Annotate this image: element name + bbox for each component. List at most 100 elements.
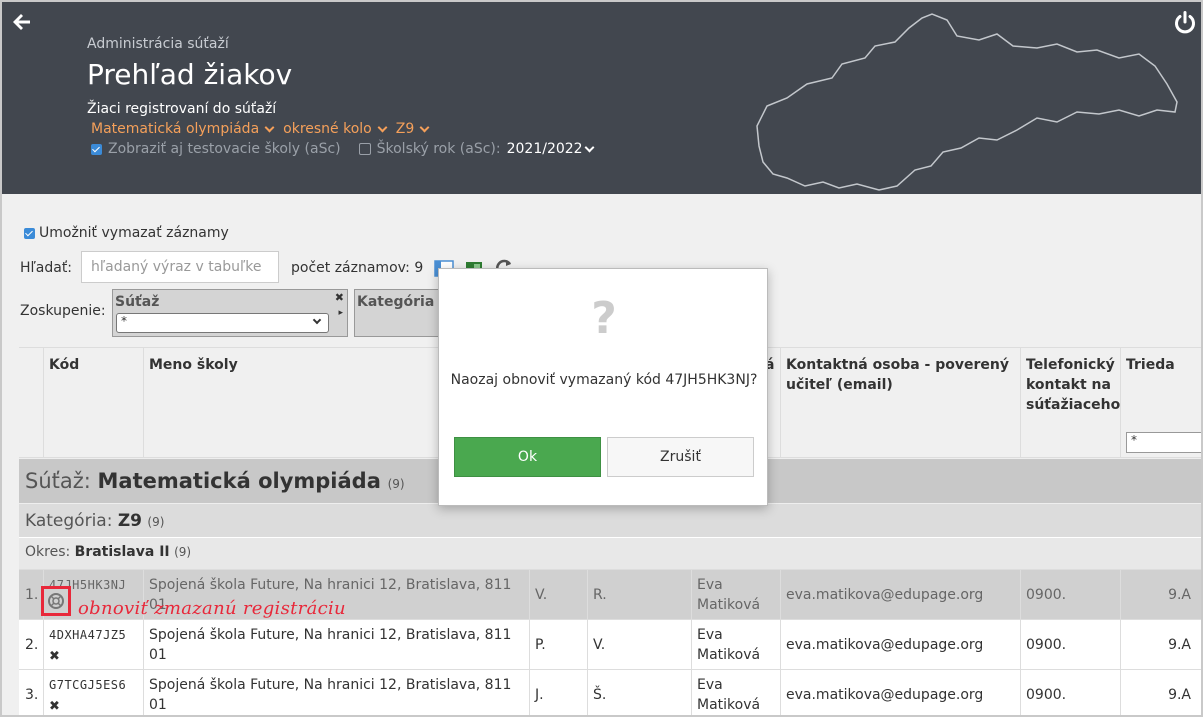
row-number: 3. <box>25 687 39 703</box>
allow-delete-toggle[interactable]: Umožniť vymazať záznamy <box>24 225 229 241</box>
class-filter-input[interactable]: * <box>1126 432 1201 453</box>
group-category-text: Kategória: Z9 (9) <box>25 511 164 531</box>
close-icon[interactable]: ✖ <box>335 291 344 304</box>
row-teacher: Eva Matiková <box>691 670 780 715</box>
row-code: G7TCGJ5ES6 <box>49 678 127 692</box>
header-contact[interactable]: Kontaktná osoba - poverený učiteľ (email… <box>780 348 1020 459</box>
header-phone[interactable]: Telefonický kontakt na súťažiaceho <box>1020 348 1120 459</box>
group-competition-text: Súťaž: Matematická olympiáda (9) <box>25 469 405 493</box>
slovakia-map-outline <box>756 13 1178 191</box>
group-competition-value: * <box>121 314 127 328</box>
breadcrumb: Administrácia súťaží <box>87 36 229 52</box>
row-code-cell: G7TCGJ5ES6 ✖ <box>43 670 143 715</box>
group-competition-count: (9) <box>387 477 405 491</box>
row-phone: 0900. <box>1020 670 1120 715</box>
group-category-label: Kategória: <box>25 511 113 531</box>
row-number: 1. <box>25 587 39 603</box>
school-year-label: Školský rok (aSc): <box>376 141 501 157</box>
row-phone: 0900. <box>1020 620 1120 670</box>
row-last-initial: V. <box>587 620 691 670</box>
chevron-down-icon <box>377 122 388 132</box>
search-input[interactable] <box>81 251 279 283</box>
page-description: Žiaci registrovaní do súťaží <box>87 101 277 117</box>
row-class: 9.A <box>1120 570 1201 620</box>
row-first-initial: J. <box>529 670 587 715</box>
filter-round-label: okresné kolo <box>283 121 372 137</box>
record-count: počet záznamov: 9 <box>291 260 424 276</box>
group-row-district[interactable]: Okres: Bratislava II (9) <box>19 537 1201 569</box>
group-district-name: Bratislava II <box>74 544 170 560</box>
table-row[interactable]: 2. 4DXHA47JZ5 ✖ Spojená škola Future, Na… <box>19 619 1201 670</box>
row-teacher: Eva Matiková <box>691 620 780 670</box>
power-icon[interactable] <box>1172 10 1198 36</box>
annotation-text: obnoviť zmazanú registráciu <box>78 598 346 619</box>
group-competition-name: Matematická olympiáda <box>97 469 381 493</box>
delete-icon[interactable]: ✖ <box>49 647 138 667</box>
school-year-select[interactable]: 2021/2022 <box>506 141 595 157</box>
header-school[interactable]: Meno školy <box>143 348 439 459</box>
page-header: Administrácia súťaží Prehľad žiakov Žiac… <box>2 2 1201 194</box>
row-email: eva.matikova@edupage.org <box>780 570 1020 620</box>
test-schools-label: Zobraziť aj testovacie školy (aSc) <box>108 141 341 157</box>
arrow-right-icon[interactable]: ▸ <box>338 308 343 318</box>
row-class: 9.A <box>1120 620 1201 670</box>
row-email: eva.matikova@edupage.org <box>780 670 1020 715</box>
calendar-icon <box>358 143 371 155</box>
cancel-button[interactable]: Zrušiť <box>607 437 754 477</box>
filter-category[interactable]: Z9 <box>395 121 430 137</box>
row-class: 9.A <box>1120 670 1201 715</box>
header-code[interactable]: Kód <box>43 348 143 459</box>
row-phone: 0900. <box>1020 570 1120 620</box>
row-last-initial: Š. <box>587 670 691 715</box>
group-district-count: (9) <box>174 545 192 559</box>
chevron-down-icon <box>312 315 322 325</box>
dialog-message: Naozaj obnoviť vymazaný kód 47JH5HK3NJ? <box>450 372 758 388</box>
row-last-initial: R. <box>587 570 691 620</box>
test-schools-checkbox[interactable] <box>91 143 102 155</box>
row-school: Spojená škola Future, Na hranici 12, Bra… <box>143 620 529 670</box>
confirm-dialog: ? Naozaj obnoviť vymazaný kód 47JH5HK3NJ… <box>438 268 768 506</box>
table-row[interactable]: 3. G7TCGJ5ES6 ✖ Spojená škola Future, Na… <box>19 669 1201 715</box>
allow-delete-label: Umožniť vymazať záznamy <box>39 225 229 241</box>
header-options: Zobraziť aj testovacie školy (aSc) Škols… <box>91 141 595 157</box>
chevron-down-icon <box>419 122 430 132</box>
group-competition-label: Súťaž: <box>25 469 91 493</box>
group-district-text: Okres: Bratislava II (9) <box>25 544 191 560</box>
search-label: Hľadať: <box>20 260 73 276</box>
header-filters: Matematická olympiáda okresné kolo Z9 <box>91 121 430 137</box>
group-competition-box[interactable]: Súťaž ✖ ▸ * <box>112 289 348 337</box>
filter-category-label: Z9 <box>395 121 415 137</box>
group-category-box[interactable]: Kategória <box>354 289 440 337</box>
ok-button[interactable]: Ok <box>454 437 601 477</box>
row-number: 2. <box>25 637 39 653</box>
app-frame: Administrácia súťaží Prehľad žiakov Žiac… <box>0 0 1203 717</box>
back-arrow-icon[interactable] <box>10 10 34 34</box>
filter-round[interactable]: okresné kolo <box>283 121 388 137</box>
row-first-initial: P. <box>529 620 587 670</box>
restore-icon[interactable] <box>47 592 65 610</box>
school-year-value: 2021/2022 <box>506 141 583 157</box>
filter-competition-label: Matematická olympiáda <box>91 121 260 137</box>
group-category-name: Z9 <box>117 511 143 531</box>
group-district-label: Okres: <box>25 544 71 560</box>
row-first-initial: V. <box>529 570 587 620</box>
chevron-down-icon <box>264 122 275 132</box>
filter-competition[interactable]: Matematická olympiáda <box>91 121 275 137</box>
group-category-count: (9) <box>147 515 165 529</box>
row-code-cell: 4DXHA47JZ5 ✖ <box>43 620 143 670</box>
allow-delete-checkbox[interactable] <box>24 227 35 239</box>
chevron-down-icon <box>584 142 595 152</box>
group-row-category[interactable]: Kategória: Z9 (9) <box>19 503 1201 537</box>
group-competition-select[interactable]: * <box>116 313 329 333</box>
page-title: Prehľad žiakov <box>87 58 293 91</box>
row-email: eva.matikova@edupage.org <box>780 620 1020 670</box>
delete-icon[interactable]: ✖ <box>49 697 138 715</box>
group-competition-title: Súťaž <box>115 294 160 310</box>
row-teacher: Eva Matiková <box>691 570 780 620</box>
question-icon: ? <box>591 293 617 344</box>
grouping-label: Zoskupenie: <box>20 303 106 319</box>
row-code: 4DXHA47JZ5 <box>49 628 127 642</box>
header-index <box>19 348 43 459</box>
row-school: Spojená škola Future, Na hranici 12, Bra… <box>143 670 529 715</box>
group-category-title: Kategória <box>357 294 435 310</box>
